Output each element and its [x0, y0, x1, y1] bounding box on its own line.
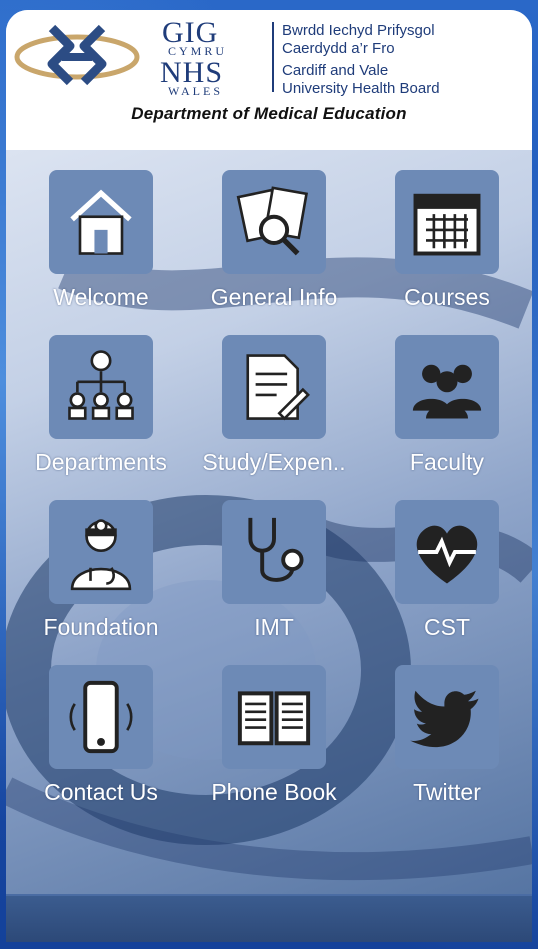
board-name-english-line-2: University Health Board: [282, 80, 440, 97]
calendar-icon: [395, 170, 499, 274]
menu-tile-twitter[interactable]: Twitter: [362, 665, 532, 825]
nhs-wales-knot-logo-icon: [14, 24, 140, 86]
doctor-icon: [49, 500, 153, 604]
menu-label-imt: IMT: [254, 614, 294, 640]
board-name-welsh-line-1: Bwrdd Iechyd Prifysgol: [282, 22, 435, 39]
menu-tile-cst[interactable]: CST: [362, 500, 532, 660]
board-name-welsh-line-2: Caerdydd a’r Fro: [282, 40, 395, 57]
app-screen: GIG CYMRU NHS WALES Bwrdd Iechyd Prifysg…: [6, 10, 532, 942]
menu-label-general-info: General Info: [210, 284, 338, 310]
menu-tile-courses[interactable]: Courses: [362, 170, 532, 330]
menu-label-foundation: Foundation: [43, 614, 159, 640]
menu-tile-welcome[interactable]: Welcome: [16, 170, 186, 330]
menu-tile-phone-book[interactable]: Phone Book: [189, 665, 359, 825]
header-banner: GIG CYMRU NHS WALES Bwrdd Iechyd Prifysg…: [6, 10, 532, 150]
menu-tile-foundation[interactable]: Foundation: [16, 500, 186, 660]
phone-ringing-icon: [49, 665, 153, 769]
home-icon: [49, 170, 153, 274]
menu-label-faculty: Faculty: [409, 449, 485, 475]
board-name-english-line-1: Cardiff and Vale: [282, 62, 389, 79]
menu-label-twitter: Twitter: [413, 779, 481, 805]
menu-label-contact-us: Contact Us: [44, 779, 158, 805]
logo-divider: [272, 22, 274, 92]
stethoscope-icon: [222, 500, 326, 604]
gig-nhs-wordmark: GIG CYMRU NHS WALES: [154, 16, 269, 98]
menu-tile-general-info[interactable]: General Info: [189, 170, 359, 330]
menu-label-phone-book: Phone Book: [211, 779, 337, 805]
menu-tile-study-expenses[interactable]: Study/Expen..: [189, 335, 359, 495]
menu-tile-departments[interactable]: Departments: [16, 335, 186, 495]
document-pen-icon: [222, 335, 326, 439]
logo-wales-text: WALES: [168, 84, 223, 98]
menu-label-departments: Departments: [35, 449, 167, 475]
app-frame: GIG CYMRU NHS WALES Bwrdd Iechyd Prifysg…: [0, 0, 538, 949]
bottom-bar: [6, 894, 532, 942]
menu-tile-imt[interactable]: IMT: [189, 500, 359, 660]
twitter-bird-icon: [395, 665, 499, 769]
menu-label-courses: Courses: [404, 284, 490, 310]
open-book-icon: [222, 665, 326, 769]
menu-tile-contact-us[interactable]: Contact Us: [16, 665, 186, 825]
heart-pulse-icon: [395, 500, 499, 604]
menu-label-study-expenses: Study/Expen..: [202, 449, 346, 475]
menu-label-welcome: Welcome: [53, 284, 149, 310]
documents-search-icon: [222, 170, 326, 274]
menu-label-cst: CST: [424, 614, 470, 640]
org-chart-icon: [49, 335, 153, 439]
group-icon: [395, 335, 499, 439]
menu-tile-faculty[interactable]: Faculty: [362, 335, 532, 495]
department-title: Department of Medical Education: [131, 104, 407, 123]
